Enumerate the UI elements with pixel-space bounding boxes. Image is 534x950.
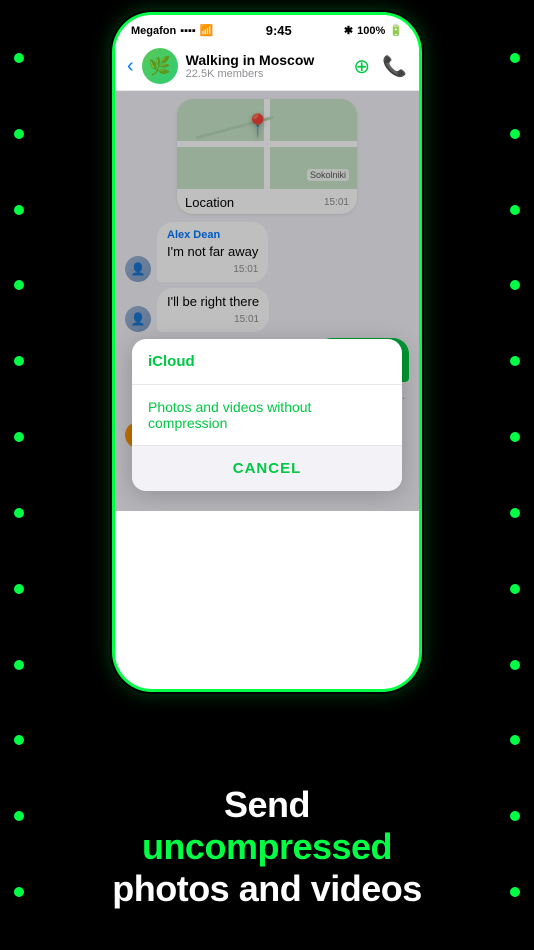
chat-body: 📍 Sokolniki Location 15:01 👤 Alex Dean I… [115, 91, 419, 511]
modal-overlay: iCloud Photos and videos without compres… [115, 91, 419, 511]
back-button[interactable]: ‹ [127, 55, 134, 78]
group-members: 22.5K members [186, 68, 346, 80]
bottom-line1: Send [0, 784, 534, 826]
battery-icon: 🔋 [389, 24, 403, 37]
action-sheet: iCloud Photos and videos without compres… [132, 339, 402, 491]
bottom-line2: uncompressed [0, 826, 534, 868]
group-avatar: 🌿 [142, 48, 178, 84]
photos-option[interactable]: Photos and videos without compression [132, 385, 402, 446]
bottom-text: Send uncompressed photos and videos [0, 784, 534, 910]
group-info: Walking in Moscow 22.5K members [186, 52, 346, 80]
wifi-icon: 📶 [200, 24, 214, 37]
status-left: Megafon ▪▪▪▪ 📶 [131, 24, 214, 37]
icloud-option[interactable]: iCloud [132, 339, 402, 385]
header-actions: ⊕ 📞 [353, 54, 407, 79]
time-display: 9:45 [266, 23, 292, 38]
signal-icon: ▪▪▪▪ [180, 25, 196, 37]
phone-frame: Megafon ▪▪▪▪ 📶 9:45 ✱ 100% 🔋 ‹ 🌿 Walking… [112, 12, 422, 692]
chat-header: ‹ 🌿 Walking in Moscow 22.5K members ⊕ 📞 [115, 42, 419, 91]
battery-label: 100% [357, 25, 385, 37]
status-bar: Megafon ▪▪▪▪ 📶 9:45 ✱ 100% 🔋 [115, 15, 419, 42]
call-button[interactable]: 📞 [382, 54, 407, 79]
carrier-label: Megafon [131, 25, 176, 37]
cancel-button[interactable]: CANCEL [132, 446, 402, 491]
status-right: ✱ 100% 🔋 [344, 24, 403, 37]
bluetooth-icon: ✱ [344, 24, 353, 37]
bottom-line3: photos and videos [0, 868, 534, 910]
add-member-button[interactable]: ⊕ [353, 54, 370, 79]
group-name: Walking in Moscow [186, 52, 346, 68]
